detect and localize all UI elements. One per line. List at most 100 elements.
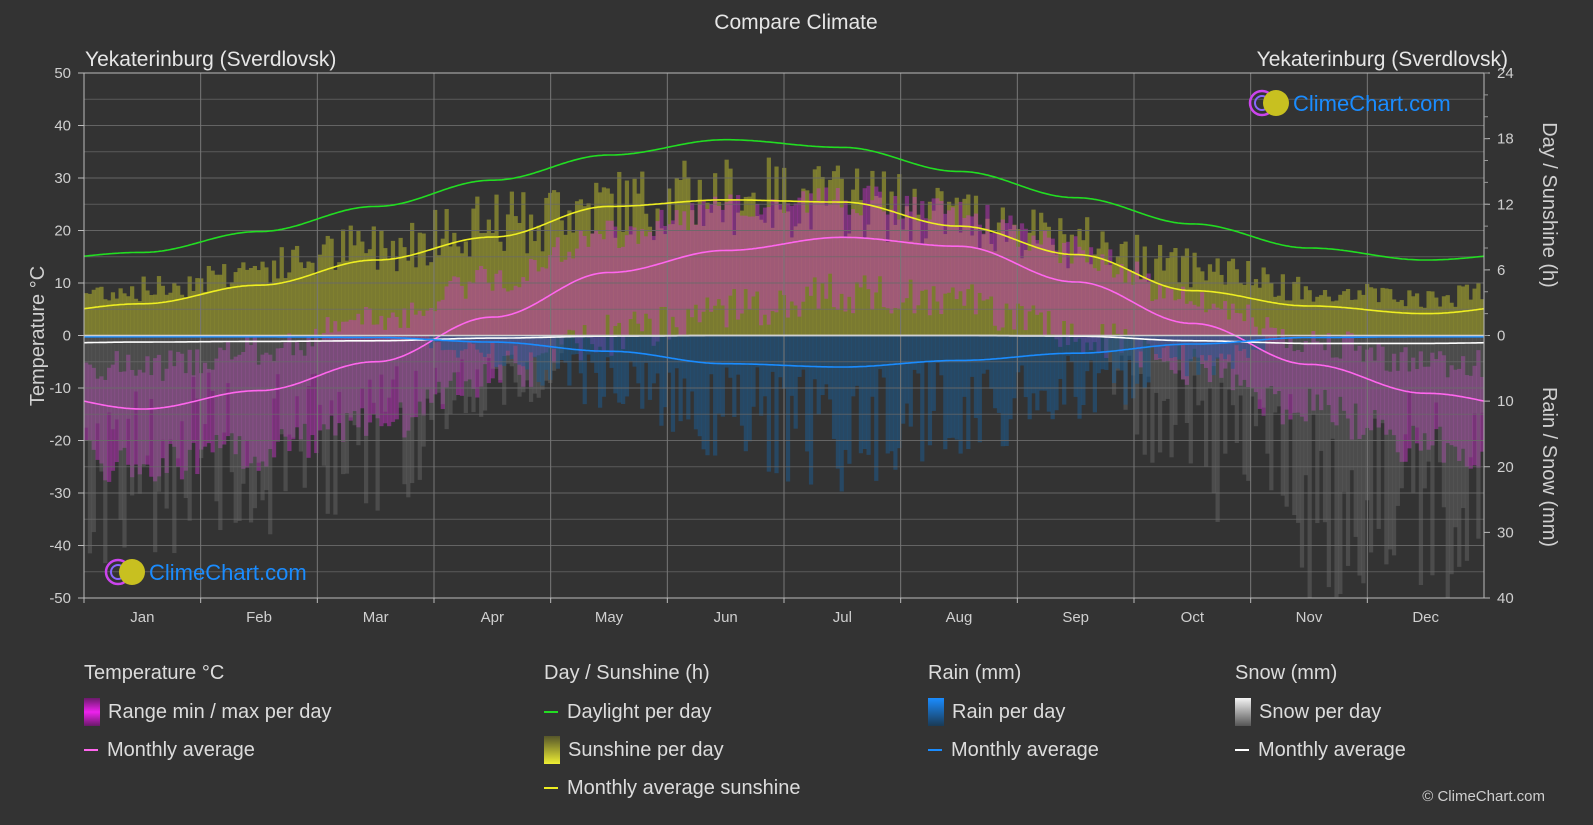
rain-day-bar (816, 335, 821, 415)
sunshine-day-bar (110, 292, 116, 336)
temp-range-day-bar (628, 226, 633, 320)
sunshine-day-bar (1353, 299, 1358, 336)
snow-day-bar (214, 335, 219, 502)
temp-range-day-bar (908, 211, 913, 280)
temp-range-day-bar (843, 200, 848, 312)
rain-day-bar (1062, 335, 1067, 405)
temp-range-day-bar (839, 207, 844, 294)
snow-day-bar (1150, 335, 1155, 463)
rain-day-bar (590, 335, 595, 363)
temp-range-day-bar (1085, 262, 1090, 343)
rain-day-bar (881, 335, 887, 378)
sunshine-day-bar (1349, 299, 1354, 336)
rain-day-bar (674, 335, 679, 369)
snow-day-bar (1384, 335, 1389, 565)
rain-day-bar (1115, 335, 1121, 369)
rain-day-bar (471, 335, 476, 344)
temp-range-day-bar (1100, 254, 1105, 325)
sunshine-day-bar (118, 288, 123, 336)
rain-day-bar (513, 335, 518, 346)
temp-range-day-bar (191, 375, 196, 443)
sunshine-day-bar (95, 287, 100, 336)
sunshine-day-bar (1257, 287, 1262, 336)
snow-day-bar (179, 335, 185, 422)
sunshine-day-bar (252, 265, 258, 336)
rain-day-bar (1169, 335, 1174, 359)
temp-range-day-bar (854, 213, 860, 283)
sunshine-day-bar (360, 241, 365, 336)
snow-day-bar (283, 335, 288, 492)
legend-snow-label: Snow per day (1259, 700, 1382, 723)
daylight-swatch (544, 711, 558, 713)
legend-item-daylight: Daylight per day (544, 700, 800, 724)
rain-day-bar (444, 335, 449, 350)
rain-day-bar (820, 335, 825, 396)
x-tick-label-nov: Nov (1296, 609, 1323, 626)
temp-range-day-bar (835, 188, 841, 310)
rain-day-bar (985, 335, 990, 370)
snow-day-bar (1430, 335, 1435, 576)
y-left-tick-label: -30 (49, 485, 71, 502)
temp-range-day-bar (1111, 277, 1117, 324)
x-tick-label-oct: Oct (1181, 609, 1205, 626)
rain-day-bar (1077, 335, 1082, 419)
temp-range-day-bar (1046, 237, 1051, 312)
snow-day-bar (398, 335, 403, 408)
legend-sunshine-header: Day / Sunshine (h) (544, 662, 710, 684)
rain-day-bar (1184, 335, 1190, 377)
sunshine-day-bar (1334, 300, 1339, 336)
snow-day-bar (1338, 335, 1343, 594)
snow-day-bar (390, 335, 396, 380)
rain-day-bar (1058, 335, 1063, 379)
rain-day-bar (644, 335, 649, 363)
rain-day-bar (1039, 335, 1044, 391)
x-tick-label-jun: Jun (714, 609, 738, 626)
sunshine-day-bar (160, 285, 165, 336)
sunshine-day-bar (406, 260, 411, 336)
temp-range-day-bar (206, 368, 211, 444)
sunshine-day-bar (337, 262, 342, 336)
snow-day-bar (1403, 335, 1408, 435)
snow-day-bar (410, 335, 415, 484)
snow-day-bar (402, 335, 407, 485)
rain-day-bar (440, 335, 445, 351)
rain-day-bar (874, 335, 879, 481)
sunshine-day-bar (179, 294, 185, 336)
x-tick-label-aug: Aug (946, 609, 973, 626)
y-left-tick-label: -50 (49, 590, 71, 607)
temp-range-day-bar (801, 191, 806, 302)
sunshine-day-bar (149, 295, 154, 336)
snow-day-bar (356, 335, 361, 446)
temp-range-day-bar (770, 199, 775, 312)
temp-range-day-bar (993, 232, 998, 326)
rain-day-bar (1146, 335, 1151, 383)
temp-range-day-bar (1127, 269, 1132, 337)
temp-range-day-bar (950, 207, 956, 288)
snow-day-bar (329, 335, 334, 401)
snow-day-bar (1391, 335, 1397, 556)
legend-sunshine: Day / Sunshine (h) Daylight per day Suns… (544, 662, 800, 814)
legend-item-snow-avg: Monthly average (1235, 738, 1406, 762)
snow-day-bar (279, 335, 284, 435)
rain-day-bar (624, 335, 630, 397)
sunshine-day-bar (1418, 306, 1424, 336)
y-left-tick-label: -20 (49, 433, 71, 450)
rain-day-bar (935, 335, 940, 363)
sunshine-day-bar (237, 268, 242, 336)
legend-item-temp-avg: Monthly average (84, 738, 331, 762)
temp-range-day-bar (659, 209, 664, 307)
rain-day-bar (659, 335, 664, 426)
sunshine-day-bar (214, 274, 219, 336)
sunshine-day-bar (191, 290, 196, 336)
legend-daylight-label: Daylight per day (567, 700, 712, 723)
sunshine-day-bar (99, 286, 104, 336)
sunshine-day-bar (1303, 286, 1308, 336)
rain-day-bar (912, 335, 917, 370)
temp-range-day-bar (655, 221, 660, 342)
rain-day-bar (605, 335, 610, 358)
rain-day-bar (847, 335, 852, 464)
rain-day-bar (582, 335, 587, 405)
legend-snow: Snow (mm) Snow per day Monthly average (1235, 662, 1406, 776)
x-tick-label-mar: Mar (363, 609, 389, 626)
x-tick-label-may: May (595, 609, 624, 626)
